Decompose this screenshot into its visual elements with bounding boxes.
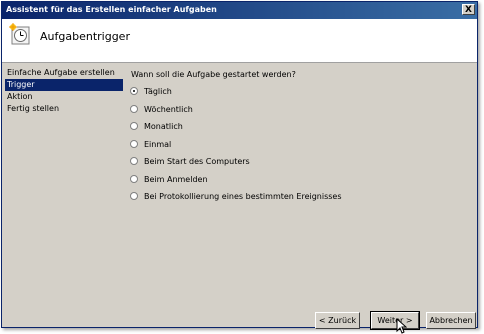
radio-logon[interactable] xyxy=(130,174,138,183)
step-finish[interactable]: Fertig stellen xyxy=(5,103,123,115)
option-logon-label: Beim Anmelden xyxy=(144,174,208,184)
back-button[interactable]: < Zurück xyxy=(315,312,360,329)
wizard-window: Assistent für das Erstellen einfacher Au… xyxy=(1,1,478,330)
close-button[interactable]: X xyxy=(462,4,475,15)
option-computer-start-label: Beim Start des Computers xyxy=(144,157,250,166)
radio-once[interactable] xyxy=(130,139,138,148)
radio-daily[interactable] xyxy=(130,87,138,95)
option-weekly-label: Wöchentlich xyxy=(144,104,193,114)
radio-event[interactable] xyxy=(130,192,138,200)
option-event-label: Bei Protokollierung eines bestimmten Ere… xyxy=(144,192,342,201)
mouse-pointer-icon xyxy=(396,318,407,334)
cancel-button[interactable]: Abbrechen xyxy=(426,312,476,329)
wizard-steps: Einfache Aufgabe erstellen Trigger Aktio… xyxy=(5,67,123,307)
option-daily-label: Täglich xyxy=(144,87,172,96)
radio-computer-start[interactable] xyxy=(130,157,138,165)
wizard-header: Aufgabentrigger xyxy=(2,19,477,63)
task-clock-icon xyxy=(9,23,30,45)
radio-monthly[interactable] xyxy=(130,122,138,130)
radio-weekly[interactable] xyxy=(130,104,138,113)
trigger-question: Wann soll die Aufgabe gestartet werden? xyxy=(131,70,296,79)
page-title: Aufgabentrigger xyxy=(40,30,130,43)
step-create-basic-task[interactable]: Einfache Aufgabe erstellen xyxy=(5,67,123,79)
trigger-panel: Wann soll die Aufgabe gestartet werden? … xyxy=(130,68,475,298)
option-once-label: Einmal xyxy=(144,139,172,149)
window-title: Assistent für das Erstellen einfacher Au… xyxy=(6,5,217,14)
option-monthly-label: Monatlich xyxy=(144,122,183,131)
title-bar: Assistent für das Erstellen einfacher Au… xyxy=(2,2,477,19)
step-trigger[interactable]: Trigger xyxy=(5,79,123,91)
step-action[interactable]: Aktion xyxy=(5,91,123,103)
next-button[interactable]: Weiter > xyxy=(370,311,420,330)
